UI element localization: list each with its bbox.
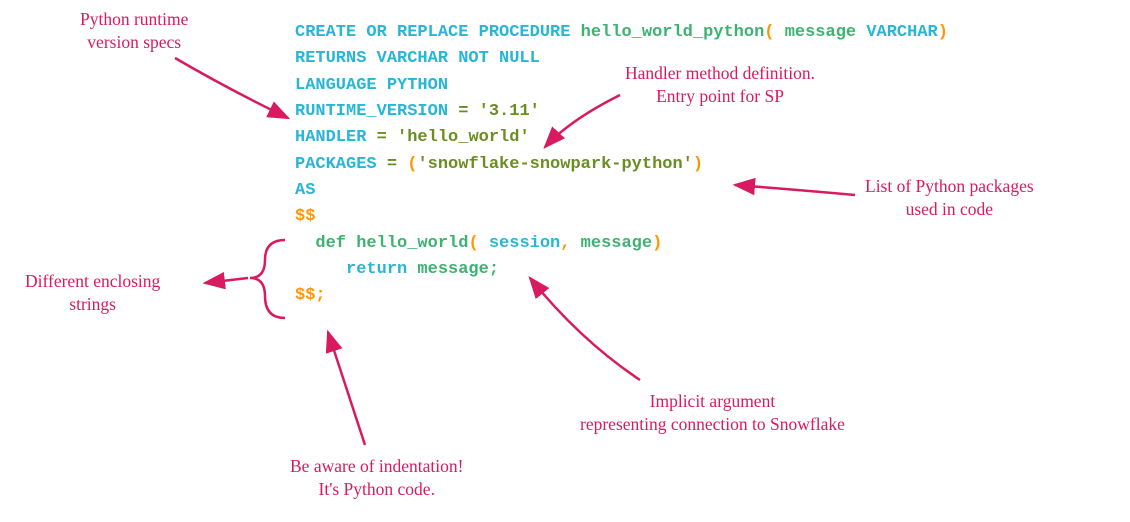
line-6: PACKAGES = ('snowflake-snowpark-python') (295, 152, 948, 178)
line-10: return message; (295, 257, 948, 283)
line-2: RETURNS VARCHAR NOT NULL (295, 46, 948, 72)
annotation-packages: List of Python packages used in code (865, 175, 1034, 221)
brace-enclosing (250, 240, 285, 318)
annotation-indentation: Be aware of indentation! It's Python cod… (290, 455, 463, 501)
dollar-open: $$ (295, 207, 315, 226)
line-11: $$; (295, 283, 948, 309)
func-name: hello_world (356, 234, 468, 253)
packages-val: 'snowflake-snowpark-python' (417, 155, 692, 174)
packages-key: PACKAGES (295, 155, 377, 174)
paren-open: ( (764, 23, 774, 42)
line-4: RUNTIME_VERSION = '3.11' (295, 99, 948, 125)
create-kw: CREATE OR REPLACE PROCEDURE (295, 23, 581, 42)
annotation-implicit: Implicit argument representing connectio… (580, 390, 845, 436)
annotation-runtime: Python runtime version specs (80, 8, 188, 54)
dollar-close: $$; (295, 286, 326, 305)
code-block: CREATE OR REPLACE PROCEDURE hello_world_… (295, 20, 948, 310)
arg-type: VARCHAR (866, 23, 937, 42)
line-7: AS (295, 178, 948, 204)
paren-close: ) (938, 23, 948, 42)
line-3: LANGUAGE PYTHON (295, 73, 948, 99)
arrow-runtime (175, 58, 288, 118)
runtime-key: RUNTIME_VERSION (295, 102, 448, 121)
handler-key: HANDLER (295, 128, 366, 147)
annotation-handler: Handler method definition. Entry point f… (625, 62, 815, 108)
arrow-indentation (328, 332, 365, 445)
runtime-val: '3.11' (479, 102, 540, 121)
arg-name: message (775, 23, 867, 42)
session-arg: session (479, 234, 561, 253)
line-8: $$ (295, 204, 948, 230)
arrow-enclosing (205, 278, 248, 283)
annotation-enclosing: Different enclosing strings (25, 270, 160, 316)
message-arg: message (570, 234, 652, 253)
proc-name: hello_world_python (581, 23, 765, 42)
line-1: CREATE OR REPLACE PROCEDURE hello_world_… (295, 20, 948, 46)
line-5: HANDLER = 'hello_world' (295, 125, 948, 151)
handler-val: 'hello_world' (397, 128, 530, 147)
line-9: def hello_world( session, message) (295, 231, 948, 257)
